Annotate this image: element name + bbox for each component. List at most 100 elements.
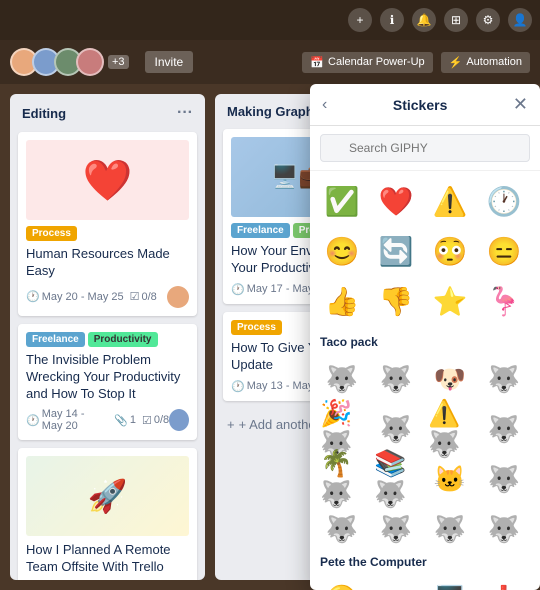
calendar-label: Calendar Power-Up [328, 56, 425, 68]
card-invisible-labels: Freelance Productivity [26, 332, 189, 347]
sticker-shuffle[interactable]: 🔄 [374, 229, 418, 273]
taco-15[interactable]: 🐺 [428, 507, 472, 551]
plus-icon-2: + [227, 417, 235, 432]
column-editing: Editing ··· ❤️ Process Human Resources M… [10, 94, 205, 580]
card-invisible-checklist-text: 0/8 [154, 414, 169, 426]
settings-icon[interactable]: ⚙ [476, 8, 500, 32]
label-process: Process [26, 226, 77, 241]
automation-label: Automation [466, 56, 522, 68]
taco-2[interactable]: 🐺 [374, 357, 418, 401]
clock-icon-2: 🕐 [26, 414, 40, 427]
clock-icon-5: 🕐 [231, 380, 245, 393]
panel-close-button[interactable]: ✕ [513, 94, 528, 115]
column-editing-header: Editing ··· [18, 102, 197, 124]
taco-section-title: Taco pack [320, 335, 530, 349]
taco-4[interactable]: 🐺 [482, 357, 526, 401]
clock-icon: 🕐 [26, 290, 40, 303]
sticker-flushed[interactable]: 😳 [428, 229, 472, 273]
card-hr-avatar [167, 286, 189, 308]
search-wrapper: 🔍 [320, 134, 530, 162]
calendar-power-up-button[interactable]: 📅 Calendar Power-Up [302, 52, 432, 73]
taco-11[interactable]: 🐱 [428, 457, 472, 501]
panel-body: ✅ ❤️ ⚠️ 🕐 😊 🔄 😳 😑 👍 👎 ⭐ 🦩 Taco pack 🐺 🐺 … [310, 171, 540, 590]
card-hr-checklist-text: 0/8 [142, 291, 157, 303]
user-icon[interactable]: 👤 [508, 8, 532, 32]
pete-1[interactable]: 🟡 [320, 577, 364, 590]
pete-section-title: Pete the Computer [320, 555, 530, 569]
taco-5[interactable]: 🎉🐺 [320, 407, 364, 451]
card-remote[interactable]: 🚀 How I Planned A Remote Team Offsite Wi… [18, 448, 197, 580]
avatar-4[interactable] [76, 48, 104, 76]
notification-icon[interactable]: 🔔 [412, 8, 436, 32]
card-invisible-date: 🕐 May 14 - May 20 [26, 408, 108, 432]
sticker-warning[interactable]: ⚠️ [428, 179, 472, 223]
card-hr[interactable]: ❤️ Process Human Resources Made Easy 🕐 M… [18, 132, 197, 316]
card-hr-meta: 🕐 May 20 - May 25 ☑ 0/8 [26, 286, 189, 308]
sticker-thumbs-down[interactable]: 👎 [374, 279, 418, 323]
card-invisible-meta: 🕐 May 14 - May 20 📎 1 ☑ 0/8 [26, 408, 189, 432]
add-icon[interactable]: + [348, 8, 372, 32]
label-freelance-2: Freelance [231, 223, 290, 238]
label-productivity: Productivity [88, 332, 158, 347]
card-invisible-meta-left: 🕐 May 14 - May 20 📎 1 ☑ 0/8 [26, 408, 169, 432]
sticker-heart[interactable]: ❤️ [374, 179, 418, 223]
label-process-2: Process [231, 320, 282, 335]
clock-icon-4: 🕐 [231, 283, 245, 296]
pete-2[interactable]: ⌨️ [374, 577, 418, 590]
calendar-icon: 📅 [310, 56, 324, 69]
taco-8[interactable]: 🐺 [482, 407, 526, 451]
card-hr-meta-left: 🕐 May 20 - May 25 ☑ 0/8 [26, 290, 157, 303]
card-remote-image: 🚀 [26, 456, 189, 536]
card-hr-image: ❤️ [26, 140, 189, 220]
card-invisible[interactable]: Freelance Productivity The Invisible Pro… [18, 324, 197, 441]
label-freelance: Freelance [26, 332, 85, 347]
taco-6[interactable]: 🐺 [374, 407, 418, 451]
search-input[interactable] [320, 134, 530, 162]
sticker-expressionless[interactable]: 😑 [482, 229, 526, 273]
board-header: +3 Invite 📅 Calendar Power-Up ⚡ Automati… [0, 40, 540, 84]
card-hr-date: 🕐 May 20 - May 25 [26, 290, 124, 303]
board-tools: 📅 Calendar Power-Up ⚡ Automation [302, 52, 530, 73]
taco-3[interactable]: 🐶 [428, 357, 472, 401]
pete-3[interactable]: 🖥️ [428, 577, 472, 590]
sticker-clock[interactable]: 🕐 [482, 179, 526, 223]
taco-sticker-grid: 🐺 🐺 🐶 🐺 🎉🐺 🐺 ⚠️🐺 🐺 🌴🐺 📚🐺 🐱 🐺 🐺 🐺 🐺 🐺 [320, 357, 530, 551]
card-hr-checklist: ☑ 0/8 [130, 290, 157, 303]
invite-button[interactable]: Invite [145, 51, 194, 73]
column-editing-title: Editing [22, 106, 66, 121]
panel-search-area: 🔍 [310, 126, 540, 171]
info-icon[interactable]: ℹ [380, 8, 404, 32]
grid-icon[interactable]: ⊞ [444, 8, 468, 32]
automation-icon: ⚡ [449, 56, 463, 69]
card-invisible-avatar [169, 409, 189, 431]
top-bar: + ℹ 🔔 ⊞ ⚙ 👤 [0, 0, 540, 40]
automation-button[interactable]: ⚡ Automation [441, 52, 530, 73]
sticker-star[interactable]: ⭐ [428, 279, 472, 323]
card-remote-title: How I Planned A Remote Team Offsite With… [26, 542, 189, 576]
card-hr-title: Human Resources Made Easy [26, 246, 189, 280]
pete-4[interactable]: ❗ [482, 577, 526, 590]
sticker-check[interactable]: ✅ [320, 179, 364, 223]
panel-header: ‹ Stickers ✕ [310, 84, 540, 126]
checklist-icon: ☑ [130, 290, 140, 303]
taco-7[interactable]: ⚠️🐺 [428, 407, 472, 451]
top-bar-icons: + ℹ 🔔 ⊞ ⚙ 👤 [348, 8, 532, 32]
taco-10[interactable]: 📚🐺 [374, 457, 418, 501]
member-count-badge: +3 [108, 55, 129, 69]
card-invisible-date-text: May 14 - May 20 [42, 408, 108, 432]
columns-area: Editing ··· ❤️ Process Human Resources M… [0, 84, 540, 590]
taco-14[interactable]: 🐺 [374, 507, 418, 551]
taco-12[interactable]: 🐺 [482, 457, 526, 501]
column-menu-icon[interactable]: ··· [177, 104, 193, 122]
taco-9[interactable]: 🌴🐺 [320, 457, 364, 501]
stickers-panel: ‹ Stickers ✕ 🔍 ✅ ❤️ ⚠️ 🕐 😊 🔄 😳 😑 👍 � [310, 84, 540, 590]
member-avatars: +3 [10, 48, 129, 76]
taco-1[interactable]: 🐺 [320, 357, 364, 401]
taco-16[interactable]: 🐺 [482, 507, 526, 551]
sticker-smile[interactable]: 😊 [320, 229, 364, 273]
sticker-thumbs-up[interactable]: 👍 [320, 279, 364, 323]
card-invisible-title: The Invisible Problem Wrecking Your Prod… [26, 352, 189, 403]
checklist-icon-2: ☑ [142, 414, 152, 427]
taco-13[interactable]: 🐺 [320, 507, 364, 551]
sticker-flamingo[interactable]: 🦩 [482, 279, 526, 323]
